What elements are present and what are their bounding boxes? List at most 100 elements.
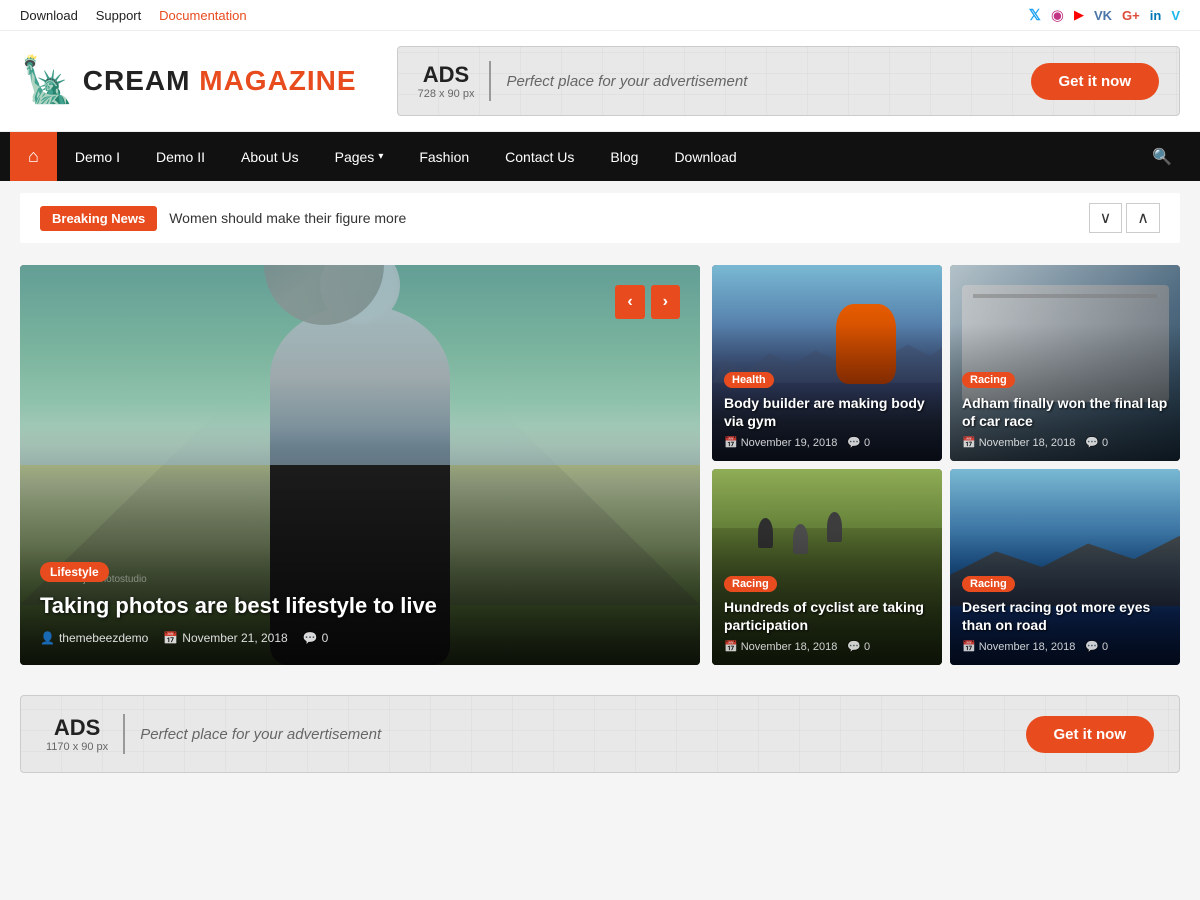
ad-size: 728 x 90 px: [418, 88, 475, 100]
card-category-1: Racing: [962, 372, 1015, 388]
nav-item-contact[interactable]: Contact Us: [487, 135, 592, 179]
article-grid: Health Body builder are making body via …: [712, 265, 1180, 665]
card-content-3: Racing Desert racing got more eyes than …: [950, 562, 1180, 665]
pages-dropdown-icon: ▾: [378, 151, 383, 162]
featured-next-button[interactable]: ›: [651, 285, 680, 319]
card-category-0: Health: [724, 372, 774, 388]
youtube-icon[interactable]: ▶: [1074, 7, 1084, 23]
nav-item-demo2[interactable]: Demo II: [138, 135, 223, 179]
bottom-ad-text: Perfect place for your advertisement: [140, 726, 1010, 743]
card-content-1: Racing Adham finally won the final lap o…: [950, 358, 1180, 461]
card-comments-1: 💬 0: [1085, 436, 1108, 449]
card-comments-3: 💬 0: [1085, 640, 1108, 653]
ad-label: ADS 728 x 90 px: [418, 62, 475, 100]
google-plus-icon[interactable]: G+: [1122, 8, 1140, 23]
nav-item-demo1[interactable]: Demo I: [57, 135, 138, 179]
social-icons: 𝕏 ◉ ▶ VK G+ in V: [1029, 6, 1180, 24]
card-comments-2: 💬 0: [847, 640, 870, 653]
ad-text: Perfect place for your advertisement: [506, 73, 1015, 90]
card-meta-2: 📅 November 18, 2018 💬 0: [724, 640, 930, 653]
breaking-next-button[interactable]: ∧: [1126, 203, 1160, 233]
search-button[interactable]: 🔍: [1134, 133, 1190, 181]
article-card-0: Health Body builder are making body via …: [712, 265, 942, 461]
twitter-icon[interactable]: 𝕏: [1029, 6, 1041, 24]
instagram-icon[interactable]: ◉: [1051, 6, 1064, 24]
comment-icon: 💬: [303, 631, 318, 645]
card-comments-0: 💬 0: [847, 436, 870, 449]
bottom-ad-divider: [123, 714, 125, 754]
header: 🗽 CREAM MAGAZINE ADS 728 x 90 px Perfect…: [0, 31, 1200, 132]
calendar-icon: 📅: [962, 436, 976, 449]
top-bar-links: Download Support Documentation: [20, 7, 261, 23]
top-bar: Download Support Documentation 𝕏 ◉ ▶ VK …: [0, 0, 1200, 31]
card-title-1: Adham finally won the final lap of car r…: [962, 394, 1168, 430]
bottom-ad-button[interactable]: Get it now: [1026, 716, 1155, 753]
topbar-download-link[interactable]: Download: [20, 8, 78, 23]
logo-icon: 🗽: [20, 59, 75, 103]
nav-item-blog[interactable]: Blog: [592, 135, 656, 179]
comment-icon: 💬: [847, 640, 861, 653]
home-icon: ⌂: [28, 146, 39, 167]
header-ad-button[interactable]: Get it now: [1031, 63, 1160, 100]
featured-comments: 💬 0: [303, 631, 329, 645]
card-content-0: Health Body builder are making body via …: [712, 358, 942, 461]
card-meta-3: 📅 November 18, 2018 💬 0: [962, 640, 1168, 653]
card-date-2: 📅 November 18, 2018: [724, 640, 837, 653]
nav-items: Demo I Demo II About Us Pages ▾ Fashion …: [57, 135, 1134, 179]
featured-prev-button[interactable]: ‹: [615, 285, 644, 319]
card-date-1: 📅 November 18, 2018: [962, 436, 1075, 449]
card-category-3: Racing: [962, 576, 1015, 592]
nav-home-button[interactable]: ⌂: [10, 132, 57, 181]
vk-icon[interactable]: VK: [1094, 8, 1112, 23]
card-category-2: Racing: [724, 576, 777, 592]
user-icon: 👤: [40, 631, 55, 645]
calendar-icon: 📅: [163, 631, 178, 645]
breaking-news-text: Women should make their figure more: [169, 210, 1076, 226]
card-meta-1: 📅 November 18, 2018 💬 0: [962, 436, 1168, 449]
card-date-0: 📅 November 19, 2018: [724, 436, 837, 449]
linkedin-icon[interactable]: in: [1150, 8, 1162, 23]
nav-item-download[interactable]: Download: [656, 135, 754, 179]
featured-content: Lifestyle Taking photos are best lifesty…: [20, 542, 700, 665]
comment-icon: 💬: [1085, 436, 1099, 449]
article-card-1: Racing Adham finally won the final lap o…: [950, 265, 1180, 461]
bottom-ad-title: ADS: [46, 715, 108, 741]
featured-nav: ‹ ›: [615, 285, 680, 319]
nav-item-fashion[interactable]: Fashion: [401, 135, 487, 179]
nav-item-pages[interactable]: Pages ▾: [317, 135, 402, 179]
bottom-ad-size: 1170 x 90 px: [46, 741, 108, 753]
ad-divider: [489, 61, 491, 101]
bottom-ad-label: ADS 1170 x 90 px: [46, 715, 108, 753]
main-content: ‹ › themeaja Photostudio Lifestyle Takin…: [0, 255, 1200, 685]
topbar-support-link[interactable]: Support: [96, 8, 142, 23]
breaking-news-nav: ∨ ∧: [1089, 203, 1160, 233]
topbar-documentation-link[interactable]: Documentation: [159, 8, 246, 23]
card-title-0: Body builder are making body via gym: [724, 394, 930, 430]
featured-meta: 👤 themebeezdemo 📅 November 21, 2018 💬 0: [40, 631, 680, 645]
nav-item-about[interactable]: About Us: [223, 135, 317, 179]
article-card-2: Racing Hundreds of cyclist are taking pa…: [712, 469, 942, 665]
vimeo-icon[interactable]: V: [1171, 8, 1180, 23]
breaking-news-label: Breaking News: [40, 206, 157, 231]
card-date-3: 📅 November 18, 2018: [962, 640, 1075, 653]
breaking-prev-button[interactable]: ∨: [1089, 203, 1123, 233]
ad-title: ADS: [418, 62, 475, 88]
comment-icon: 💬: [1085, 640, 1099, 653]
breaking-news-bar: Breaking News Women should make their fi…: [20, 193, 1180, 243]
card-title-3: Desert racing got more eyes than on road: [962, 598, 1168, 634]
featured-title: Taking photos are best lifestyle to live: [40, 592, 680, 621]
logo-text: CREAM MAGAZINE: [83, 65, 357, 97]
header-ad-banner: ADS 728 x 90 px Perfect place for your a…: [397, 46, 1180, 116]
featured-article: ‹ › themeaja Photostudio Lifestyle Takin…: [20, 265, 700, 665]
bottom-ad-banner: ADS 1170 x 90 px Perfect place for your …: [20, 695, 1180, 773]
comment-icon: 💬: [847, 436, 861, 449]
logo[interactable]: 🗽 CREAM MAGAZINE: [20, 59, 357, 103]
calendar-icon: 📅: [724, 640, 738, 653]
card-title-2: Hundreds of cyclist are taking participa…: [724, 598, 930, 634]
featured-author: 👤 themebeezdemo: [40, 631, 148, 645]
featured-category: Lifestyle: [40, 562, 109, 582]
calendar-icon: 📅: [962, 640, 976, 653]
card-meta-0: 📅 November 19, 2018 💬 0: [724, 436, 930, 449]
main-nav: ⌂ Demo I Demo II About Us Pages ▾ Fashio…: [0, 132, 1200, 181]
search-icon: 🔍: [1152, 149, 1172, 166]
